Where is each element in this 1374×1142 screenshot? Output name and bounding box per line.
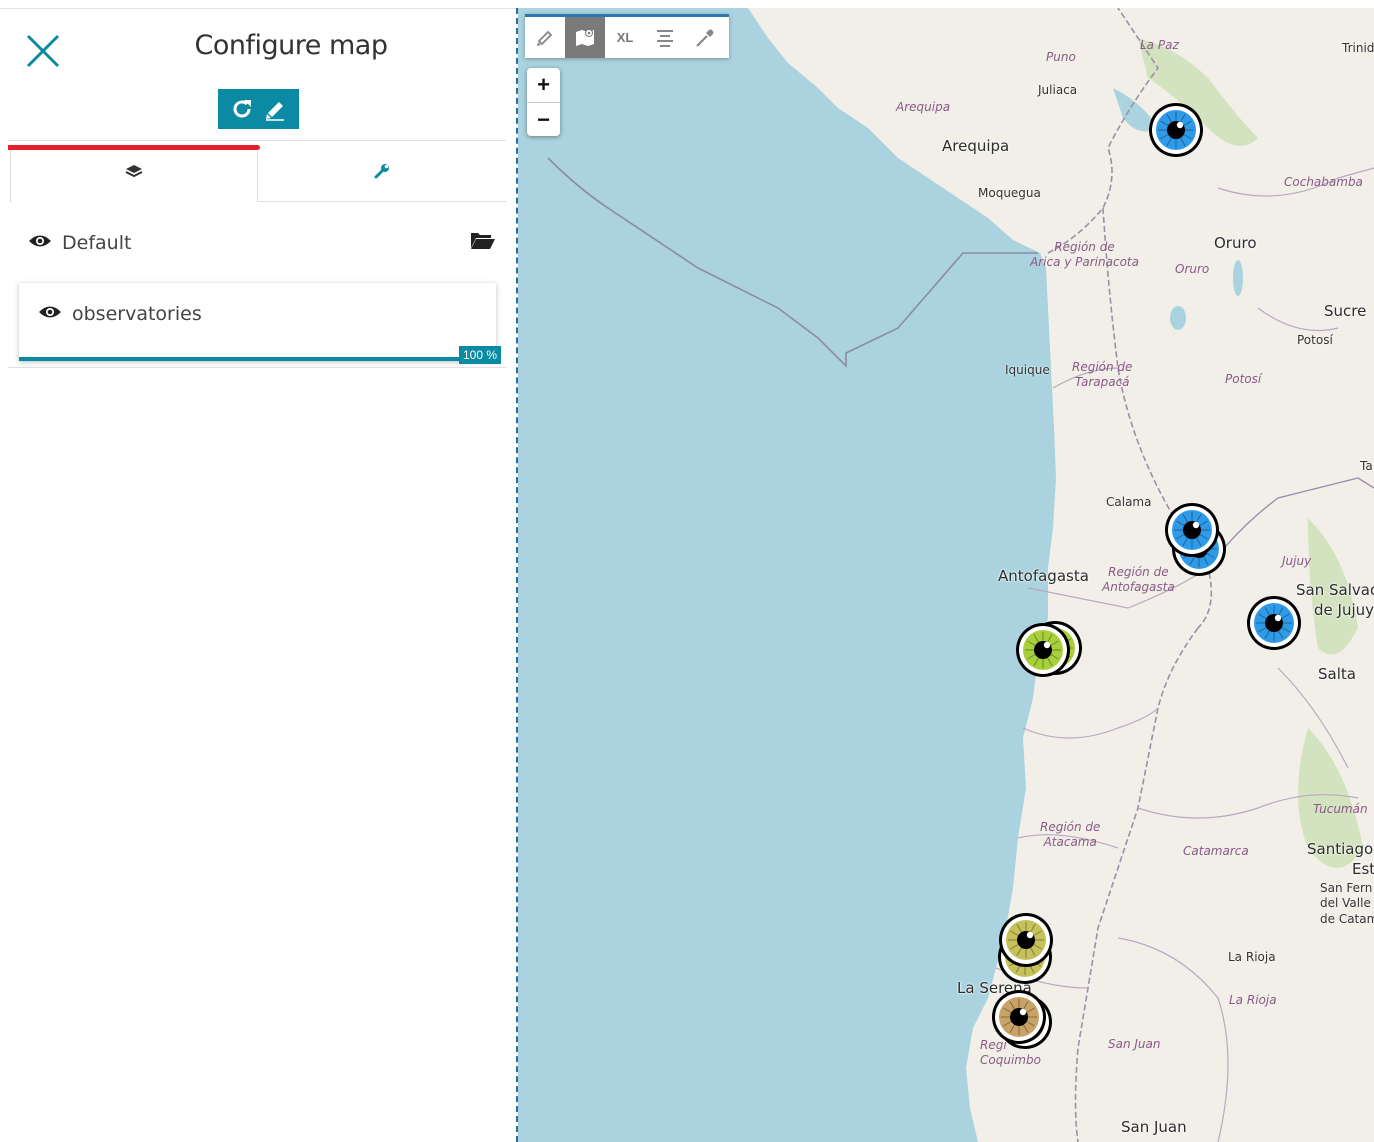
- eye-marker-icon: [999, 913, 1053, 967]
- eyedropper-icon[interactable]: [685, 17, 725, 58]
- layer-default[interactable]: Default: [28, 226, 498, 260]
- layers-icon: [125, 164, 143, 185]
- eye-marker-icon: [992, 990, 1046, 1044]
- label-de-jujuy: de Jujuy: [1314, 601, 1374, 619]
- label-line: Antofagasta: [1102, 580, 1175, 594]
- map-basemap: [518, 8, 1374, 1142]
- marker-antofagasta[interactable]: [1014, 621, 1072, 679]
- label-calama: Calama: [1106, 495, 1152, 509]
- label-sfvc-3: de Catam: [1320, 912, 1374, 926]
- label-sfvc-2: del Valle: [1320, 896, 1371, 910]
- label-line: Atacama: [1043, 835, 1097, 849]
- label-atacama-region: Región de Atacama: [1040, 820, 1100, 850]
- label-trinid: Trinid: [1342, 41, 1374, 55]
- tab-layers[interactable]: [10, 145, 258, 202]
- label-san-juan-region: San Juan: [1108, 1037, 1161, 1051]
- marker-jujuy[interactable]: [1245, 594, 1303, 652]
- marker-la-paz[interactable]: [1147, 101, 1205, 159]
- map-toolbar: XL: [525, 14, 729, 58]
- label-tarapaca-region: Región de Tarapacá: [1072, 360, 1132, 390]
- label-santiago: Santiago: [1307, 840, 1374, 858]
- label-line: Región de: [1040, 820, 1101, 834]
- label-ta: Ta: [1360, 459, 1373, 473]
- label-line: Región de: [1108, 565, 1169, 579]
- eye-icon[interactable]: [28, 233, 52, 254]
- marker-coquimbo[interactable]: [990, 988, 1048, 1046]
- label-line: Tarapacá: [1074, 375, 1130, 389]
- label-line: Coquimbo: [980, 1053, 1041, 1067]
- xl-icon[interactable]: XL: [605, 17, 645, 58]
- label-sfvc-1: San Fern: [1320, 881, 1373, 895]
- label-puno: Puno: [1046, 50, 1076, 64]
- pencil-icon[interactable]: [525, 17, 565, 58]
- progress-bar: [19, 357, 496, 361]
- configure-map-panel: Configure map Default observatories 100 …: [0, 8, 516, 1142]
- pencil-icon[interactable]: [262, 96, 288, 122]
- label-oruro: Oruro: [1214, 234, 1257, 252]
- label-la-rioja-region: La Rioja: [1229, 993, 1277, 1007]
- panel-tool-buttons: [218, 89, 299, 129]
- panel-tabs: [8, 145, 506, 202]
- label-oruro-region: Oruro: [1175, 262, 1210, 276]
- align-icon[interactable]: [645, 17, 685, 58]
- label-juliaca: Juliaca: [1038, 83, 1078, 97]
- label-antofagasta: Antofagasta: [998, 567, 1089, 585]
- divider: [8, 140, 506, 141]
- label-san-salvador: San Salvad: [1296, 581, 1374, 599]
- label-arica-region: Región de Arica y Parinacota: [1030, 240, 1139, 270]
- label-san-juan: San Juan: [1121, 1118, 1187, 1136]
- label-potosi: Potosí: [1297, 333, 1333, 347]
- label-la-paz: La Paz: [1140, 38, 1179, 52]
- zoom-out-button[interactable]: −: [527, 102, 560, 136]
- layer-name: observatories: [72, 303, 202, 325]
- map-marker-icon[interactable]: [565, 17, 605, 58]
- eye-marker-icon: [1149, 103, 1203, 157]
- active-tab-indicator: [8, 145, 260, 150]
- divider: [8, 367, 506, 368]
- label-tucuman: Tucumán: [1313, 802, 1368, 816]
- panel-top-border: [0, 8, 516, 9]
- layer-name: Default: [62, 232, 132, 254]
- marker-calama[interactable]: [1163, 501, 1221, 559]
- wrench-icon: [373, 162, 391, 185]
- folder-open-icon[interactable]: [470, 230, 496, 255]
- marker-serena[interactable]: [997, 911, 1055, 969]
- label-antofagasta-region: Región de Antofagasta: [1102, 565, 1175, 595]
- label-iquique: Iquique: [1005, 363, 1050, 377]
- progress-fill: [19, 357, 496, 361]
- label-jujuy: Jujuy: [1282, 554, 1312, 568]
- tab-settings[interactable]: [258, 145, 506, 202]
- page-title: Configure map: [194, 30, 388, 61]
- label-cochabamba: Cochabamba: [1284, 175, 1363, 189]
- label-moquegua: Moquegua: [978, 186, 1041, 200]
- eye-marker-icon: [1247, 596, 1301, 650]
- zoom-control: + −: [527, 68, 560, 136]
- zoom-in-button[interactable]: +: [527, 68, 560, 102]
- refresh-icon[interactable]: [229, 96, 255, 122]
- label-line: Arica y Parinacota: [1030, 255, 1139, 269]
- label-line: Región de: [1054, 240, 1115, 254]
- label-salta: Salta: [1318, 665, 1356, 683]
- label-catamarca: Catamarca: [1183, 844, 1249, 858]
- label-sucre: Sucre: [1324, 302, 1367, 320]
- map-view[interactable]: La Paz Trinid Puno Juliaca Arequipa Areq…: [518, 8, 1374, 1142]
- label-potosi-region: Potosí: [1225, 372, 1262, 386]
- label-arequipa-region: Arequipa: [896, 100, 951, 114]
- panel-resize-handle[interactable]: [516, 8, 518, 1142]
- close-icon[interactable]: [24, 32, 62, 70]
- label-santiago-est: Est: [1352, 860, 1374, 878]
- eye-marker-icon: [1165, 503, 1219, 557]
- eye-icon[interactable]: [38, 304, 62, 325]
- label-la-rioja: La Rioja: [1228, 950, 1276, 964]
- eye-marker-icon: [1016, 623, 1070, 677]
- progress-badge: 100 %: [458, 346, 501, 364]
- label-arequipa: Arequipa: [942, 137, 1010, 155]
- label-line: Región de: [1072, 360, 1133, 374]
- layer-observatories[interactable]: observatories 100 %: [19, 283, 501, 364]
